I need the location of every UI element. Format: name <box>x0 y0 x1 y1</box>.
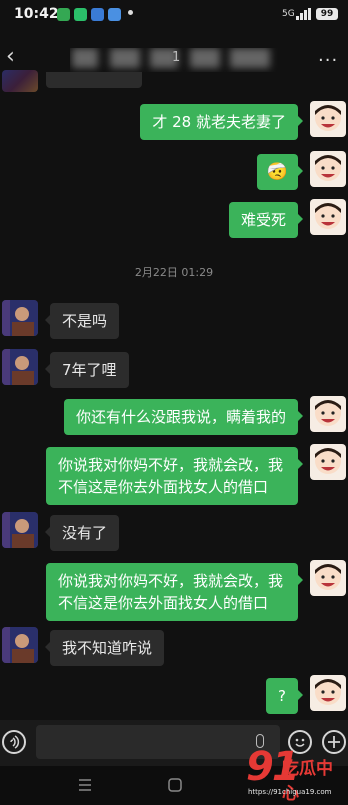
message-bubble-incoming[interactable]: 没有了 <box>44 515 120 551</box>
app-notification-icon <box>57 8 70 21</box>
message-bubble-outgoing[interactable]: 🤕 <box>256 154 304 190</box>
my-avatar[interactable] <box>310 560 346 596</box>
contact-avatar[interactable] <box>2 70 38 92</box>
watermark-label: 吃瓜中心 <box>282 759 333 804</box>
partial-bubble <box>46 72 142 88</box>
my-avatar[interactable] <box>310 151 346 187</box>
contact-avatar[interactable] <box>2 627 38 663</box>
site-watermark: 91 吃瓜中心 https://91chigua19.com <box>246 744 346 804</box>
status-bar: 10:42 5G 99 <box>0 0 348 30</box>
back-icon[interactable]: ‹ <box>6 44 15 69</box>
app-notification-icon <box>74 8 87 21</box>
app-notification-icon <box>91 8 104 21</box>
message-bubble-incoming[interactable]: 我不知道咋说 <box>44 630 165 666</box>
voice-icon[interactable] <box>2 730 26 754</box>
message-bubble-incoming[interactable]: 7年了哩 <box>45 352 129 388</box>
my-avatar[interactable] <box>310 444 346 480</box>
network-type: 5G <box>282 9 295 19</box>
contact-avatar[interactable] <box>2 512 38 548</box>
message-bubble-outgoing[interactable]: 你说我对你妈不好，我就会改，我不信这是你去外面找女人的借口 <box>46 447 303 505</box>
my-avatar[interactable] <box>310 675 346 711</box>
message-bubble-outgoing[interactable]: 你还有什么没跟我说，瞒着我的 <box>63 399 304 435</box>
menu-icon[interactable] <box>78 778 92 796</box>
my-avatar[interactable] <box>310 101 346 137</box>
message-bubble-outgoing[interactable]: 你说我对你妈不好，我就会改，我不信这是你去外面找女人的借口 <box>46 563 303 621</box>
message-bubble-outgoing[interactable]: ? <box>266 678 303 714</box>
home-icon[interactable] <box>168 778 182 796</box>
notification-dot-icon <box>128 10 133 15</box>
battery-icon: 99 <box>316 8 338 20</box>
app-notification-icon <box>108 8 121 21</box>
more-icon[interactable]: ··· <box>318 50 338 71</box>
message-input[interactable] <box>36 725 280 759</box>
message-bubble-incoming[interactable]: 不是吗 <box>44 303 120 339</box>
message-bubble-outgoing[interactable]: 难受死 <box>228 202 304 238</box>
message-bubble-outgoing[interactable]: 才 28 就老夫老妻了 <box>140 104 303 140</box>
my-avatar[interactable] <box>310 199 346 235</box>
contact-avatar[interactable] <box>2 349 38 385</box>
chat-title: 1 <box>172 50 181 65</box>
contact-avatar[interactable] <box>2 300 38 336</box>
status-time: 10:42 <box>14 6 59 22</box>
my-avatar[interactable] <box>310 396 346 432</box>
signal-icon <box>296 8 312 20</box>
message-timestamp: 2月22日 01:29 <box>134 266 214 279</box>
watermark-url: https://91chigua19.com <box>248 788 332 796</box>
